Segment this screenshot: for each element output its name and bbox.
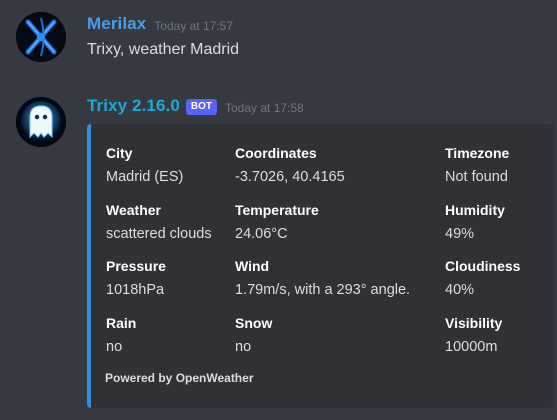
- field-value: 1.79m/s, with a 293° angle.: [235, 282, 411, 298]
- field-name: Pressure: [106, 258, 166, 274]
- field-value: scattered clouds: [106, 226, 212, 242]
- field-value: Not found: [445, 169, 508, 185]
- field-value: 1018hPa: [106, 282, 165, 298]
- field-value: 10000m: [445, 339, 498, 355]
- field-humidity: Humidity 49%: [445, 201, 505, 243]
- ghost-icon: [16, 97, 66, 147]
- field-value: no: [235, 339, 252, 355]
- field-pressure: Pressure 1018hPa: [106, 257, 166, 299]
- username-merilax[interactable]: Merilax: [87, 14, 146, 34]
- field-name: Humidity: [445, 202, 505, 218]
- field-name: Weather: [106, 202, 161, 218]
- field-name: Snow: [235, 315, 273, 331]
- message-timestamp: Today at 17:57: [154, 18, 234, 33]
- message-header: Trixy 2.16.0 BOT Today at 17:58: [87, 96, 304, 116]
- field-name: Cloudiness: [445, 258, 521, 274]
- field-temperature: Temperature 24.06°C: [235, 201, 319, 243]
- field-name: Rain: [106, 315, 137, 331]
- field-wind: Wind 1.79m/s, with a 293° angle.: [235, 257, 410, 299]
- field-weather: Weather scattered clouds: [106, 201, 212, 243]
- merilax-avatar-icon: [16, 12, 66, 62]
- field-city: City Madrid (ES): [106, 144, 183, 186]
- field-coordinates: Coordinates -3.7026, 40.4165: [235, 144, 345, 186]
- field-snow: Snow no: [235, 314, 272, 356]
- field-cloudiness: Cloudiness 40%: [445, 257, 520, 299]
- message-timestamp: Today at 17:58: [225, 100, 304, 115]
- field-name: City: [106, 145, 133, 161]
- field-value: 24.06°C: [235, 226, 288, 242]
- field-name: Coordinates: [235, 145, 317, 161]
- field-value: no: [106, 339, 123, 355]
- bot-badge: BOT: [185, 98, 217, 115]
- field-value: 40%: [445, 282, 475, 298]
- avatar-merilax[interactable]: [16, 12, 66, 62]
- field-value: -3.7026, 40.4165: [235, 169, 345, 185]
- field-visibility: Visibility 10000m: [445, 314, 502, 356]
- avatar-trixy[interactable]: [16, 97, 66, 147]
- username-trixy[interactable]: Trixy 2.16.0: [87, 96, 180, 116]
- field-name: Timezone: [445, 145, 510, 161]
- field-rain: Rain no: [106, 314, 136, 356]
- field-name: Visibility: [445, 315, 503, 331]
- weather-embed: City Madrid (ES) Coordinates -3.7026, 40…: [87, 124, 554, 408]
- field-timezone: Timezone Not found: [445, 144, 509, 186]
- embed-footer: Powered by OpenWeather: [105, 371, 254, 385]
- message-content: Trixy, weather Madrid: [87, 41, 240, 58]
- field-name: Temperature: [235, 202, 319, 218]
- field-value: 49%: [445, 226, 475, 242]
- field-name: Wind: [235, 258, 270, 274]
- field-value: Madrid (ES): [106, 169, 184, 185]
- message-header: Merilax Today at 17:57: [87, 14, 233, 34]
